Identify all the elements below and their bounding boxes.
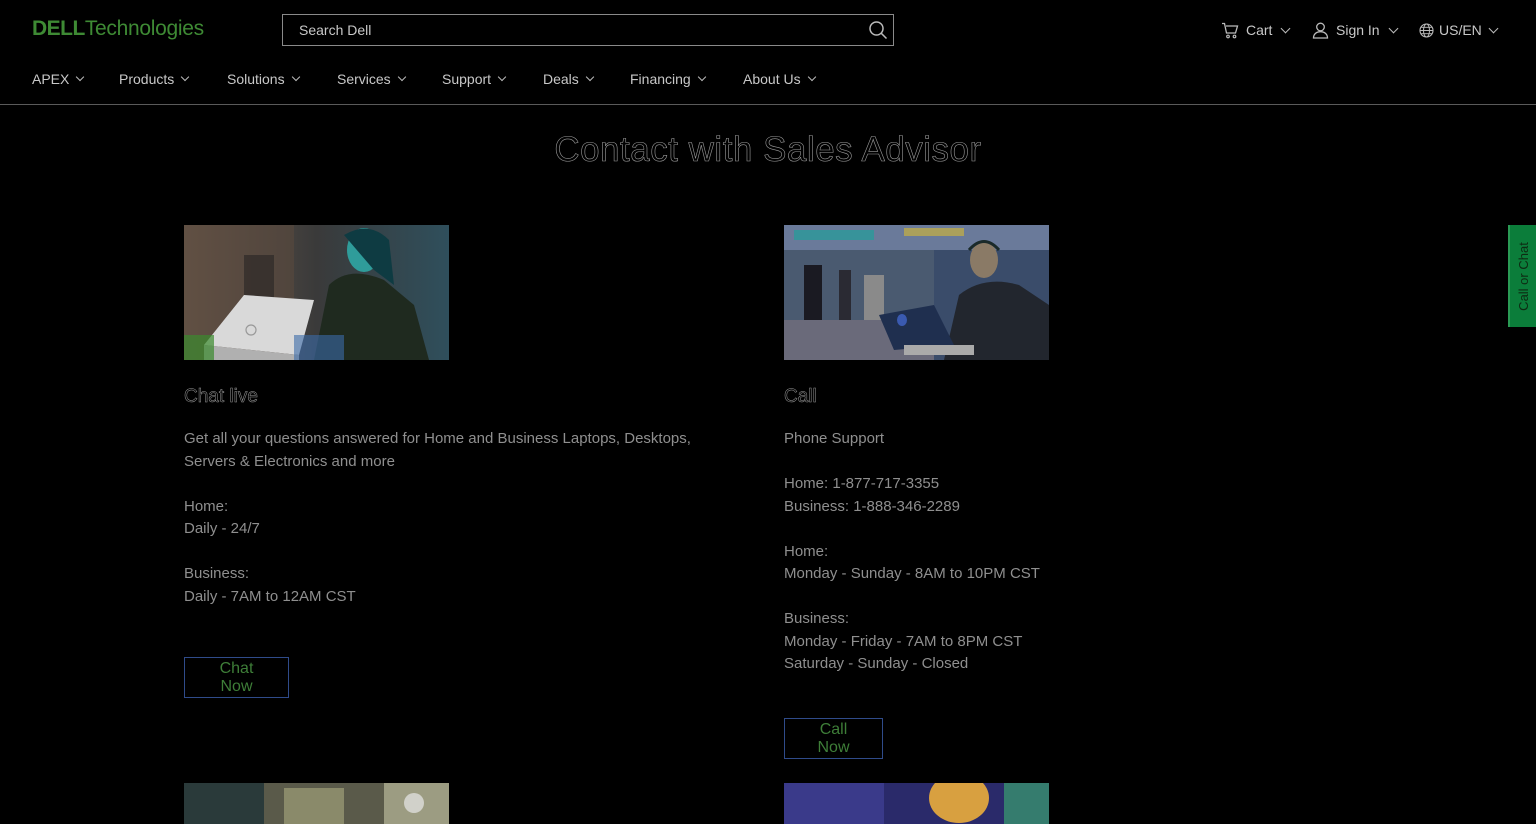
nav-item-apex[interactable]: APEX [32,66,85,92]
call-or-chat-tab[interactable]: Call or Chat [1508,225,1536,327]
search-bar [282,14,894,46]
nav-label: About Us [743,71,801,87]
call-card-title: Call [784,386,817,408]
call-card-image [784,225,1049,360]
search-input[interactable] [283,15,863,45]
nav-item-deals[interactable]: Deals [543,66,595,92]
chevron-down-icon [291,72,300,82]
call-now-button[interactable]: Call Now [784,718,883,759]
chat-card-image [184,225,449,360]
call-card-body: Phone Support Home: 1-877-717-3355 Busin… [784,430,1040,672]
page-title: Contact with Sales Advisor [554,130,982,170]
chevron-down-icon [181,72,190,82]
nav-item-financing[interactable]: Financing [630,66,706,92]
call-or-chat-label: Call or Chat [1515,241,1531,311]
sign-in-label: Sign In [1336,22,1380,38]
chevron-down-icon [76,72,85,82]
site-header: DELL Technologies Cart [0,0,1536,105]
sign-in-button[interactable]: Sign In [1312,20,1399,40]
dell-technologies-logo[interactable]: DELL Technologies [32,17,204,43]
cart-button[interactable]: Cart [1221,20,1291,40]
nav-item-support[interactable]: Support [442,66,507,92]
globe-icon [1419,22,1434,38]
chat-now-button[interactable]: Chat Now [184,657,289,698]
chevron-down-icon [807,72,816,82]
cart-icon [1221,22,1239,39]
chevron-down-icon [585,72,595,82]
locale-label: US/EN [1439,22,1482,38]
nav-label: Solutions [227,71,285,87]
chevron-down-icon [1281,23,1291,33]
nav-label: Services [337,71,391,87]
nav-label: Deals [543,71,579,87]
nav-label: Support [442,71,492,87]
nav-item-services[interactable]: Services [337,66,406,92]
nav-label: APEX [32,71,70,87]
logo-sub: Technologies [84,17,204,40]
nav-label: Products [119,71,175,87]
chat-card-body: Get all your questions answered for Home… [184,430,691,605]
chat-card-title: Chat live [184,386,258,408]
search-icon[interactable] [863,15,893,45]
nav-label: Financing [630,71,691,87]
card-image-bottom-right [784,783,1049,824]
chevron-down-icon [1488,23,1499,33]
chevron-down-icon [1388,23,1399,33]
cart-label: Cart [1246,22,1273,38]
card-image-bottom-left [184,783,449,824]
chevron-down-icon [397,72,406,82]
chevron-down-icon [697,72,706,82]
locale-selector[interactable]: US/EN [1419,20,1499,40]
user-icon [1312,22,1329,39]
nav-item-products[interactable]: Products [119,66,190,92]
chevron-down-icon [497,72,507,82]
nav-item-solutions[interactable]: Solutions [227,66,300,92]
nav-item-about-us[interactable]: About Us [743,66,816,92]
logo-brand: DELL [32,17,85,40]
